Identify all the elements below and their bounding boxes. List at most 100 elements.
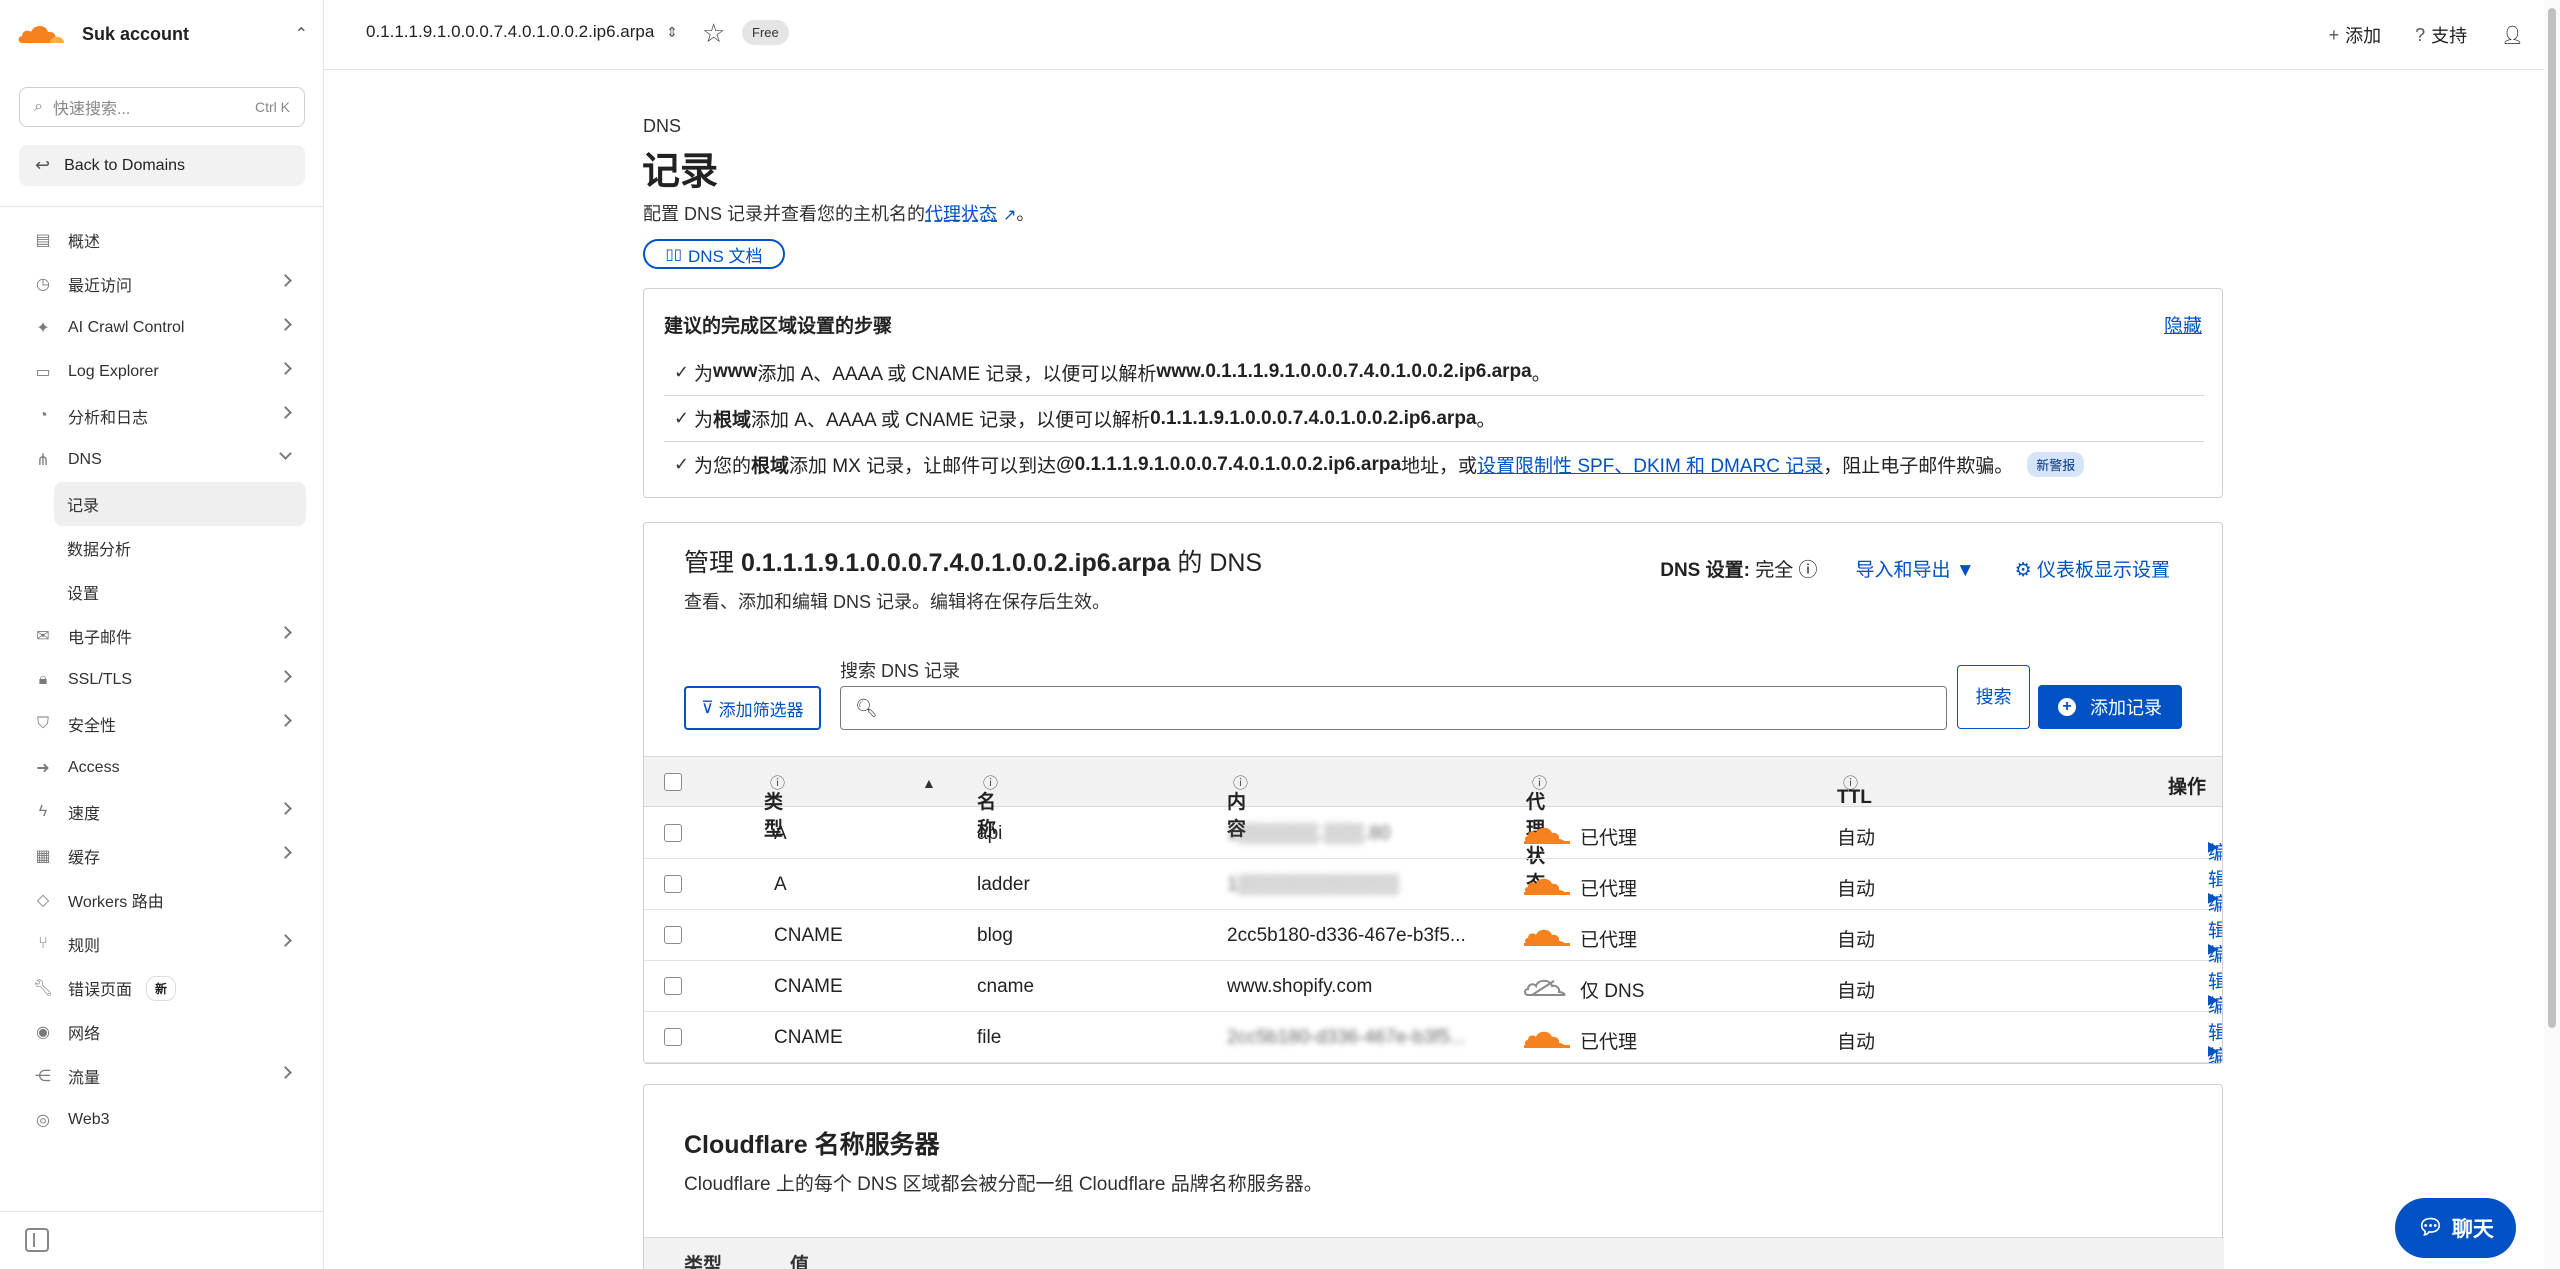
record-content: 1▒▒▒▒▒▒▒▒▒▒▒▒ [1227,874,1400,895]
sidebar-item-ssl[interactable]: 🔒︎ SSL/TLS [0,658,324,702]
breadcrumb: DNS [643,116,682,136]
setup-steps-card: 建议的完成区域设置的步骤 隐藏 ✓ 为 www 添加 A、AAAA 或 CNAM… [643,288,2223,498]
record-ttl: 自动 [1837,981,1876,1002]
book-icon: ▯▯ [665,246,682,263]
nameservers-description: Cloudflare 上的每个 DNS 区域都会被分配一组 Cloudflare… [684,1174,1323,1195]
record-name: file [977,1027,1002,1048]
sidebar-item-dns[interactable]: ⋔ DNS [0,438,324,482]
network-icon: ⋔ [36,452,50,469]
row-checkbox[interactable] [664,875,682,893]
dns-docs-button[interactable]: ▯▯ DNS 文档 [643,239,785,269]
row-checkbox[interactable] [664,1028,682,1046]
sidebar-item-error-pages[interactable]: 🔧︎ 错误页面新 [0,966,324,1010]
star-icon[interactable]: ☆ [702,18,725,49]
log-icon: ▭ [35,364,51,381]
divider [0,206,324,207]
zone-switcher[interactable]: 0.1.1.1.9.1.0.0.0.7.4.0.1.0.0.2.ip6.arpa… [366,22,678,42]
shortcut-hint: Ctrl K [255,99,290,115]
table-row: Aapi1▒▒▒▒▒▒.▒▒▒.80已代理自动编辑 ▶ [644,808,2222,891]
record-type: A [774,874,787,895]
hide-link[interactable]: 隐藏 [2164,311,2202,338]
sidebar-item-speed[interactable]: ϟ 速度 [0,790,324,834]
gear-icon: ⚙ [2014,560,2032,581]
rules-icon: ⑂ [38,935,48,952]
col-content[interactable]: 内容 ⓘ [1227,772,1248,840]
sidebar-item-cache[interactable]: ▦ 缓存 [0,834,324,878]
main-content: DNS 记录 配置 DNS 记录并查看您的主机名的代理状态 ↗。 ▯▯ DNS 文档… [324,70,2544,1269]
collapse-sidebar-icon[interactable] [25,1228,49,1252]
add-button[interactable]: + 添加 [2329,22,2382,48]
caret-right-icon: ▶ [2208,1042,2219,1058]
step-row: ✓ 为您的 根域 添加 MX 记录，让邮件可以到达 @0.1.1.1.9.1.0.0… [664,441,2204,487]
traffic-icon: ⋲ [35,1068,51,1085]
sidebar-item-web3[interactable]: ◎ Web3 [0,1098,324,1142]
col-type[interactable]: 类型 ⓘ [764,772,785,840]
sidebar-item-workers[interactable]: ◇ Workers 路由 [0,878,324,922]
dashboard-settings-button[interactable]: ⚙ 仪表板显示设置 [2015,555,2170,582]
dns-only-cloud-icon[interactable] [1524,975,1570,997]
sidebar-item-access[interactable]: ➜ Access [0,746,324,790]
record-name: ladder [977,874,1030,895]
nameservers-card: Cloudflare 名称服务器 Cloudflare 上的每个 DNS 区域都… [643,1084,2224,1269]
caret-right-icon: ▶ [2208,838,2219,854]
add-filter-button[interactable]: ⊽ 添加筛选器 [684,686,821,730]
ns-col-type: 类型 [684,1255,723,1269]
spf-dkim-dmarc-link[interactable]: 设置限制性 SPF、DKIM 和 DMARC 记录 [1477,451,1823,478]
record-name: blog [977,925,1013,946]
import-export-dropdown[interactable]: 导入和导出 ▼ [1856,555,1975,582]
sidebar-subitem-settings[interactable]: 设置 [0,570,324,614]
row-checkbox[interactable] [664,926,682,944]
add-record-button[interactable]: + 添加记录 [2038,685,2182,729]
account-switcher[interactable]: Suk account ⌃ [16,14,308,54]
lock-icon: 🔒︎ [38,671,48,688]
zone-name: 0.1.1.1.9.1.0.0.0.7.4.0.1.0.0.2.ip6.arpa [366,22,655,41]
proxied-cloud-icon[interactable] [1524,924,1570,946]
sidebar-item-analytics[interactable]: ◔ 分析和日志 [0,394,324,438]
scrollbar[interactable] [2544,0,2560,1269]
dns-records-card: 管理 0.1.1.1.9.1.0.0.0.7.4.0.1.0.0.2.ip6.a… [643,522,2223,1064]
proxy-status-link[interactable]: 代理状态 [925,204,997,224]
dns-search-input[interactable]: 🔍︎ [840,686,1947,730]
col-ttl[interactable]: TTL ⓘ [1837,772,1872,808]
select-all-checkbox[interactable] [664,773,682,791]
sidebar-item-security[interactable]: ⛉ 安全性 [0,702,324,746]
shield-icon: ⛉ [36,715,49,732]
record-content: 2cc5b180-d336-467e-b3f5... [1227,1027,1466,1048]
record-type: CNAME [774,1027,843,1048]
row-checkbox[interactable] [664,824,682,842]
sidebar-item-rules[interactable]: ⑂ 规则 [0,922,324,966]
sidebar-subitem-records[interactable]: 记录 [54,482,306,526]
chat-button[interactable]: 💬︎ 聊天 [2395,1198,2516,1258]
sort-asc-icon[interactable]: ▲ [922,775,936,791]
cloudflare-logo [18,26,64,43]
ai-icon: ✦ [36,320,50,337]
scrollbar-thumb[interactable] [2548,8,2556,1028]
sidebar-item-ai-crawl[interactable]: ✦ AI Crawl Control [0,306,324,350]
row-checkbox[interactable] [664,977,682,995]
sidebar-subitem-analytics[interactable]: 数据分析 [0,526,324,570]
chat-bubble-icon: 💬︎ [2417,1216,2444,1239]
caret-right-icon: ▶ [2208,991,2219,1007]
support-button[interactable]: ? 支持 [2415,22,2467,48]
proxied-cloud-icon[interactable] [1524,873,1570,895]
sidebar-item-recent[interactable]: ◷ 最近访问 [0,262,324,306]
col-actions: 操作 [2167,777,2206,798]
user-icon[interactable]: 👤︎ [2501,25,2524,46]
manage-tools: DNS 设置: 完全 ⓘ 导入和导出 ▼ ⚙ 仪表板显示设置 [1660,555,2170,582]
back-to-domains-button[interactable]: ↩ Back to Domains [19,145,305,186]
plus-icon: + [2328,24,2340,45]
sidebar-item-email[interactable]: ✉ 电子邮件 [0,614,324,658]
col-proxy[interactable]: 代理状态ⓘ [1526,772,1547,894]
search-button[interactable]: 搜索 [1957,665,2030,729]
sidebar-item-traffic[interactable]: ⋲ 流量 [0,1054,324,1098]
sidebar-item-overview[interactable]: ▤ 概述 [0,218,324,262]
col-name[interactable]: 名称 ⓘ [977,772,998,840]
cache-icon: ▦ [35,848,51,865]
sidebar-item-log-explorer[interactable]: ▭ Log Explorer [0,350,324,394]
proxied-cloud-icon[interactable] [1524,822,1570,844]
quick-search[interactable]: ⌕ 快速搜索... Ctrl K [19,87,305,127]
proxied-cloud-icon[interactable] [1524,1026,1570,1048]
sidebar-item-network[interactable]: ◉ 网络 [0,1010,324,1054]
search-icon: 🔍︎ [855,697,878,718]
proxy-status: 已代理 [1580,828,1638,849]
